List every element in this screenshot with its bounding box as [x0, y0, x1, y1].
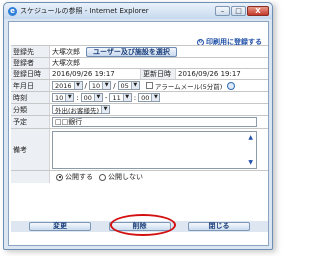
minimize-button[interactable]: – — [215, 6, 230, 16]
alarm-label: アラームメール(5分前) — [154, 82, 223, 91]
row-visibility: 公開する 公開しない — [11, 171, 268, 183]
visibility-label-cell — [11, 171, 50, 183]
month-select[interactable]: 10 ▼ — [88, 81, 112, 90]
chevron-down-icon: ▼ — [122, 94, 131, 101]
row-subject: 予定 □□銀行 — [11, 116, 268, 129]
updated-value: 2016/09/26 19:17 — [178, 70, 241, 78]
public-label: 公開する — [65, 173, 93, 181]
creator-value: 大塚次郎 — [52, 59, 80, 67]
registrant-label: 登録先 — [11, 46, 50, 57]
end-min-select[interactable]: 00 ▼ — [138, 93, 161, 102]
scroll-up-icon[interactable]: ▲ — [248, 134, 253, 141]
year-select[interactable]: 2016 ▼ — [52, 81, 83, 90]
registrant-value: 大塚次郎 — [52, 47, 80, 56]
row-registered: 登録日時 2016/09/26 19:17 更新日時 2016/09/26 19… — [11, 69, 268, 80]
month-value: 10 — [91, 81, 101, 90]
time-label: 時刻 — [11, 92, 50, 103]
schedule-form: 登録先 大塚次郎 ユーザー及び施設を選択 登録者 大塚次郎 登録日時 2016/… — [11, 45, 268, 183]
row-date: 年月日 2016 ▼ / 10 ▼ / 05 ▼ アラームメール(5分前) — [11, 80, 268, 92]
day-select[interactable]: 05 ▼ — [117, 81, 140, 90]
browser-window: e スケジュールの参照 - Internet Explorer – □ X ↻ … — [3, 2, 273, 250]
registrant-value-cell: 大塚次郎 ユーザー及び施設を選択 — [50, 46, 268, 57]
time-colon: : — [133, 93, 137, 102]
row-registrant: 登録先 大塚次郎 ユーザー及び施設を選択 — [11, 46, 268, 58]
page-content: ↻ 印刷用に登録する 登録先 大塚次郎 ユーザー及び施設を選択 登録者 大塚次郎… — [8, 21, 269, 246]
year-value: 2016 — [55, 81, 72, 90]
date-label: 年月日 — [11, 80, 50, 91]
private-radio[interactable] — [99, 173, 106, 181]
registered-label: 登録日時 — [11, 69, 50, 79]
start-hour-value: 10 — [55, 93, 64, 102]
date-separator: / — [84, 81, 87, 90]
category-value-cell: 外出(お客様先) ▼ — [50, 105, 268, 115]
registered-value: 2016/09/26 19:17 — [52, 70, 115, 78]
row-category: 分類 外出(お客様先) ▼ — [11, 104, 268, 116]
scroll-down-icon[interactable]: ▼ — [248, 159, 253, 166]
end-hour-select[interactable]: 11 ▼ — [109, 93, 132, 102]
title-bar[interactable]: e スケジュールの参照 - Internet Explorer – □ X — [4, 3, 272, 19]
close-window-button[interactable]: X — [247, 6, 269, 16]
start-hour-select[interactable]: 10 ▼ — [52, 93, 75, 102]
select-users-button[interactable]: ユーザー及び施設を選択 — [86, 46, 177, 57]
close-button[interactable]: 閉じる — [188, 222, 250, 231]
alarm-checkbox[interactable] — [145, 82, 153, 89]
subject-value-cell: □□銀行 — [50, 117, 268, 127]
notes-label: 備考 — [11, 129, 50, 170]
start-min-value: 00 — [83, 93, 92, 102]
time-dash: - — [104, 93, 108, 102]
end-hour-value: 11 — [112, 93, 121, 102]
start-min-select[interactable]: 00 ▼ — [80, 93, 103, 102]
notes-value-cell: ▲ ▼ — [50, 130, 268, 169]
date-separator: / — [113, 81, 116, 90]
day-value: 05 — [120, 81, 129, 90]
chevron-down-icon: ▼ — [151, 94, 160, 101]
time-value-cell: 10 ▼ : 00 ▼ - 11 ▼ : 00 ▼ — [50, 93, 268, 102]
internet-explorer-icon: e — [8, 6, 17, 16]
category-select[interactable]: 外出(お客様先) ▼ — [52, 105, 111, 115]
row-creator: 登録者 大塚次郎 — [11, 58, 268, 69]
creator-label: 登録者 — [11, 58, 50, 68]
chevron-down-icon: ▼ — [65, 94, 74, 101]
chevron-down-icon: ▼ — [102, 82, 111, 89]
end-min-value: 00 — [141, 93, 150, 102]
date-value-cell: 2016 ▼ / 10 ▼ / 05 ▼ アラームメール(5分前) — [50, 81, 268, 91]
category-value: 外出(お客様先) — [55, 106, 100, 115]
chevron-down-icon: ▼ — [101, 106, 110, 113]
window-title: スケジュールの参照 - Internet Explorer — [20, 7, 149, 15]
updated-label: 更新日時 — [140, 69, 176, 79]
calendar-icon[interactable] — [227, 81, 236, 90]
notes-textarea[interactable]: ▲ ▼ — [52, 130, 257, 169]
category-label: 分類 — [11, 104, 50, 115]
subject-input[interactable]: □□銀行 — [52, 117, 257, 127]
subject-label: 予定 — [11, 116, 50, 128]
maximize-button[interactable]: □ — [231, 6, 246, 16]
chevron-down-icon: ▼ — [130, 82, 139, 89]
chevron-down-icon: ▼ — [73, 82, 82, 89]
row-time: 時刻 10 ▼ : 00 ▼ - 11 ▼ : 00 ▼ — [11, 92, 268, 104]
visibility-value-cell: 公開する 公開しない — [50, 172, 268, 182]
time-colon: : — [76, 93, 79, 102]
row-notes: 備考 ▲ ▼ — [11, 129, 268, 171]
change-button[interactable]: 変更 — [29, 222, 91, 231]
private-label: 公開しない — [108, 173, 143, 181]
chevron-down-icon: ▼ — [93, 94, 102, 101]
window-controls: – □ X — [215, 6, 269, 16]
public-radio[interactable] — [56, 173, 63, 181]
highlight-circle — [110, 214, 176, 236]
